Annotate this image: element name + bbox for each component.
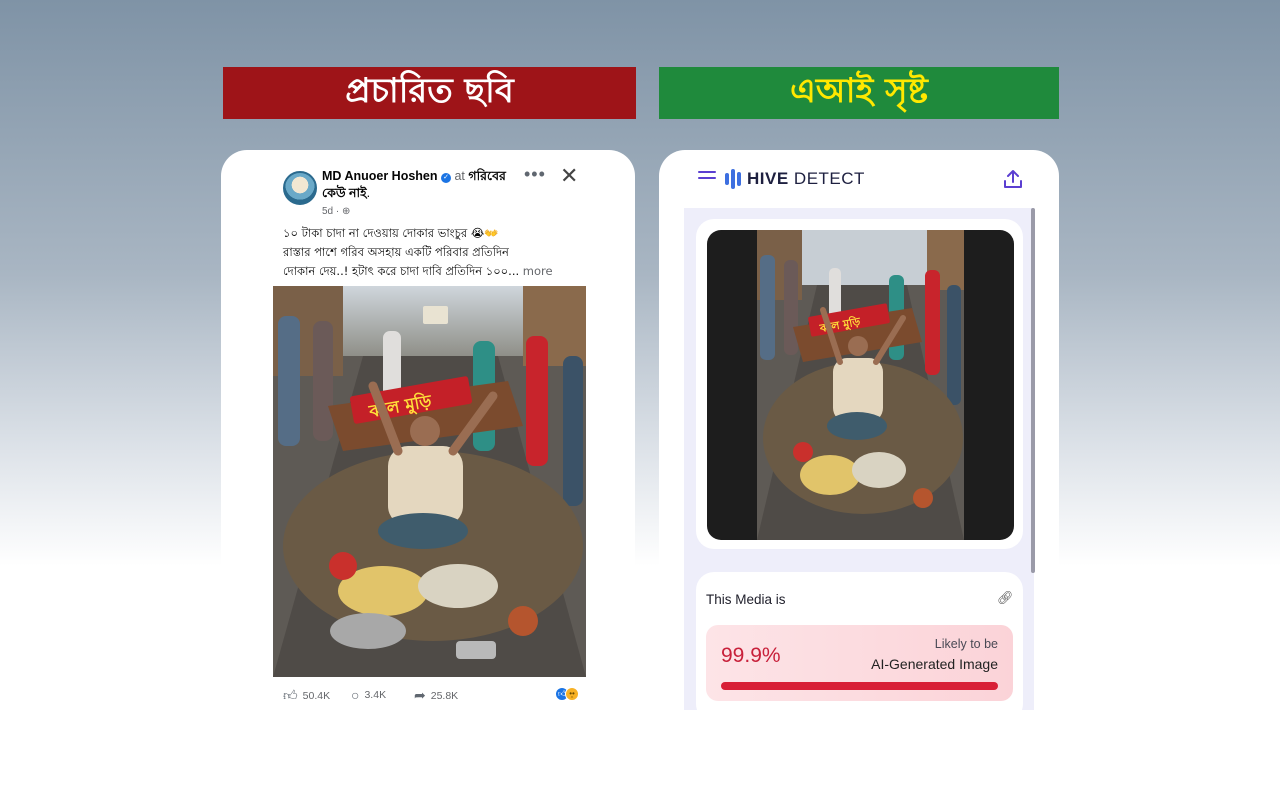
reaction-summary[interactable]: 👍︎ •̯•: [555, 687, 579, 701]
street-scene-thumbnail: ঝাল মুড়ি: [757, 230, 964, 540]
sad-reaction-icon: •̯•: [565, 687, 579, 701]
post-text-line: দোকান দেয়..! হটাৎ করে চাদা দাবি প্রতিদি…: [283, 262, 583, 281]
ai-percentage: 99.9%: [721, 644, 781, 667]
confidence-bar: [721, 682, 998, 690]
share-icon: ➦: [414, 687, 426, 703]
facebook-post-card: MD Anuoer Hoshen ✓ at গরিবের কেউ নাই. 5d…: [221, 150, 635, 710]
likely-label: Likely to be: [934, 637, 998, 651]
street-scene-illustration: ঝাল মুড়ি: [273, 286, 586, 677]
hive-detect-logo: HIVE DETECT: [725, 169, 865, 189]
verified-badge-icon: ✓: [441, 173, 451, 183]
share-count: 25.8K: [430, 689, 459, 702]
author-name[interactable]: MD Anuoer Hoshen: [322, 169, 438, 183]
globe-icon: ⊕: [342, 206, 351, 217]
post-header: MD Anuoer Hoshen ✓ at গরিবের কেউ নাই.: [322, 169, 506, 200]
post-text-line: ১০ টাকা চাদা না দেওয়ায় দোকার ভাংচুর 😭👐: [283, 226, 499, 240]
thumbs-up-icon: 👍︎: [283, 687, 298, 703]
comment-count: 3.4K: [364, 689, 387, 701]
hive-logo-icon: [725, 169, 741, 189]
share-button[interactable]: ➦ 25.8K: [414, 687, 458, 704]
ai-score-box: 99.9% Likely to be AI-Generated Image: [706, 625, 1013, 701]
like-button[interactable]: 👍︎ 50.4K: [283, 687, 330, 704]
brand-name: HIVE: [747, 169, 789, 188]
post-meta: 5d · ⊕: [322, 206, 351, 217]
close-icon[interactable]: ✕: [560, 164, 578, 188]
post-text-line: রাস্তার পাশে গরিব অসহায় একটি পরিবার প্র…: [283, 245, 509, 259]
see-more-link[interactable]: more: [523, 264, 553, 278]
comment-icon: ○: [351, 687, 360, 703]
hamburger-menu-icon[interactable]: [698, 171, 716, 183]
brand-product: DETECT: [793, 169, 865, 188]
uploaded-image: ঝাল মুড়ি: [757, 230, 964, 540]
post-text-line-end: দোকান দেয়..! হটাৎ করে চাদা দাবি প্রতিদি…: [283, 264, 520, 278]
link-icon[interactable]: 🔗︎: [997, 590, 1014, 606]
classification-label: AI-Generated Image: [871, 656, 998, 672]
post-image[interactable]: ঝাল মুড়ি: [273, 286, 586, 677]
more-options-icon[interactable]: •••: [524, 164, 546, 185]
post-time[interactable]: 5d: [322, 206, 333, 217]
result-title: This Media is: [706, 592, 786, 607]
hive-detect-card: HIVE DETECT ঝাল মুড়ি This Media is 🔗︎ 9…: [659, 150, 1059, 710]
post-actions: 👍︎ 50.4K ○ 3.4K ➦ 25.8K 👍︎ •̯•: [283, 685, 579, 705]
post-text: ১০ টাকা চাদা না দেওয়ায় দোকার ভাংচুর 😭👐…: [283, 224, 583, 281]
like-count: 50.4K: [302, 689, 331, 702]
upload-icon[interactable]: [1002, 168, 1024, 190]
comment-button[interactable]: ○ 3.4K: [351, 687, 386, 703]
banner-ai-generated: এআই সৃষ্ট: [659, 67, 1059, 119]
scrollbar[interactable]: [1031, 208, 1035, 573]
banner-circulated-image: প্রচারিত ছবি: [223, 67, 636, 119]
author-avatar[interactable]: [283, 171, 317, 205]
uploaded-image-frame: ঝাল মুড়ি: [707, 230, 1014, 540]
at-label: at: [454, 169, 465, 183]
